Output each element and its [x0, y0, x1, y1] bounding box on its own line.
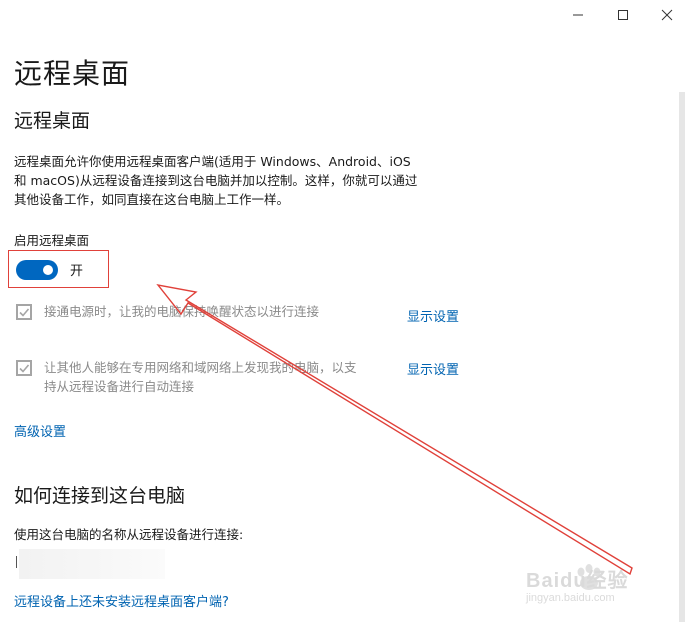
minimize-icon — [573, 14, 583, 16]
keep-awake-checkbox[interactable] — [16, 304, 32, 320]
discoverable-label-line: 持从远程设备进行自动连接 — [44, 379, 195, 394]
connect-instruction: 使用这台电脑的名称从远程设备进行连接: — [14, 527, 244, 542]
checkmark-icon — [19, 364, 30, 373]
section-title-remote-desktop: 远程桌面 — [14, 110, 91, 132]
watermark-brand: Baidu经验 — [526, 570, 629, 592]
advanced-settings-link[interactable]: 高级设置 — [14, 421, 66, 440]
minimize-button[interactable] — [566, 4, 590, 26]
description-line: 远程桌面允许你使用远程桌面客户端(适用于 Windows、Android、iOS — [14, 154, 411, 169]
section-title-how-to-connect: 如何连接到这台电脑 — [14, 485, 186, 507]
discoverable-show-settings-link[interactable]: 显示设置 — [407, 359, 459, 378]
description: 远程桌面允许你使用远程桌面客户端(适用于 Windows、Android、iOS… — [14, 152, 417, 209]
discoverable-label-line: 让其他人能够在专用网络和域网络上发现我的电脑，以支 — [44, 360, 357, 375]
scrollbar[interactable] — [679, 92, 685, 622]
description-line: 其他设备工作，如同直接在这台电脑上工作一样。 — [14, 192, 290, 207]
maximize-icon — [618, 10, 628, 20]
watermark: Baidu经验 jingyan.baidu.com — [526, 562, 656, 612]
watermark-url: jingyan.baidu.com — [526, 592, 615, 604]
close-button[interactable] — [655, 4, 679, 26]
discoverable-checkbox[interactable] — [16, 360, 32, 376]
text-cursor — [16, 556, 17, 568]
description-line: 和 macOS)从远程设备连接到这台电脑并加以控制。这样，你就可以通过 — [14, 173, 418, 188]
annotation-highlight-box — [8, 250, 109, 288]
close-icon — [661, 9, 673, 21]
keep-awake-show-settings-link[interactable]: 显示设置 — [407, 306, 459, 325]
checkmark-icon — [19, 308, 30, 317]
maximize-button[interactable] — [611, 4, 635, 26]
pc-name-redacted — [19, 549, 165, 579]
enable-remote-desktop-label: 启用远程桌面 — [14, 233, 90, 248]
discoverable-label: 让其他人能够在专用网络和域网络上发现我的电脑，以支 持从远程设备进行自动连接 — [44, 358, 357, 396]
page-title: 远程桌面 — [14, 57, 131, 90]
keep-awake-label: 接通电源时，让我的电脑保持唤醒状态以进行连接 — [44, 304, 320, 319]
no-client-installed-link[interactable]: 远程设备上还未安装远程桌面客户端? — [14, 591, 229, 610]
